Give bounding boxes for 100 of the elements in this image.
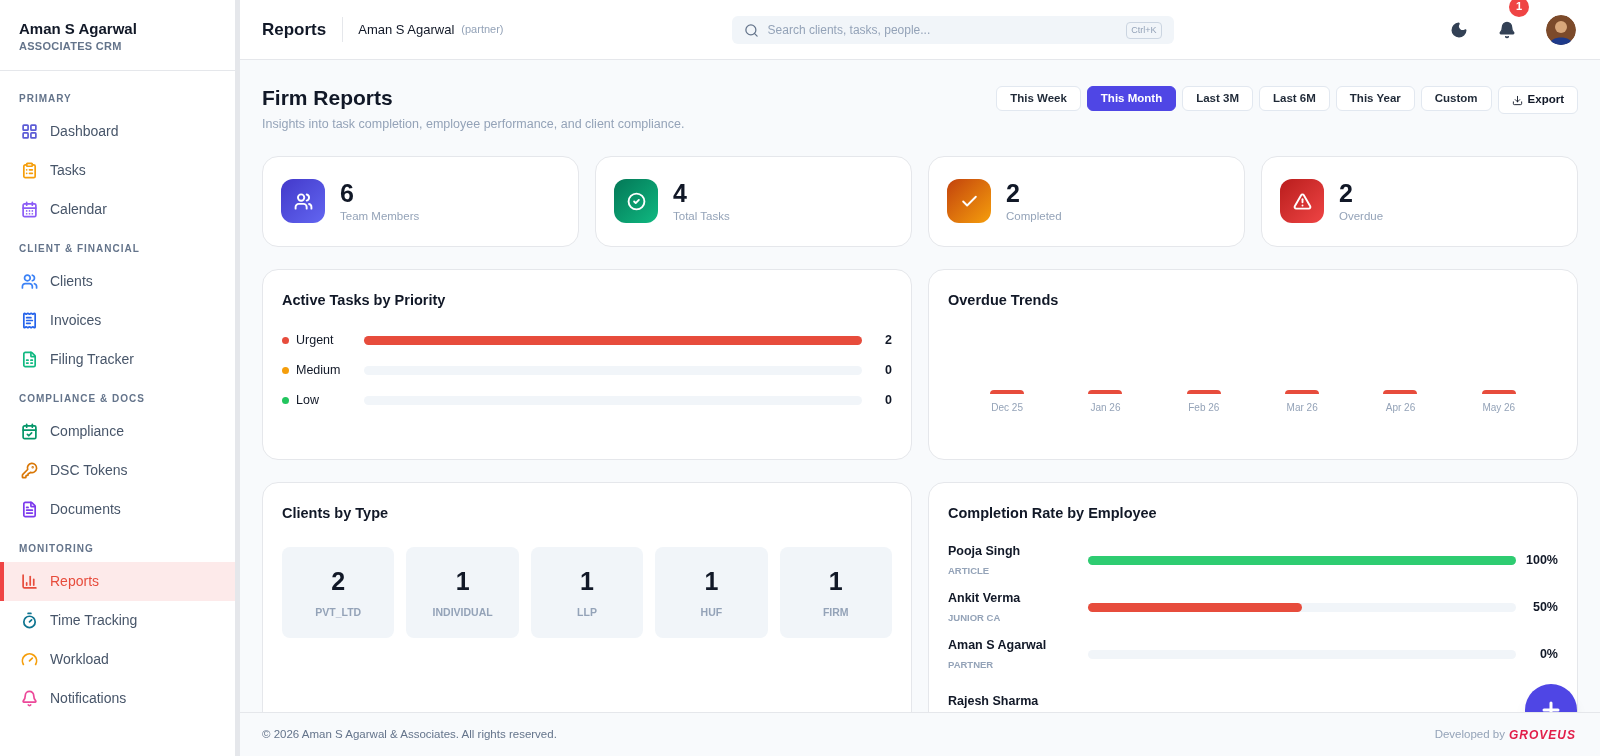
nav-item[interactable]: Documents	[0, 490, 235, 529]
period-tab[interactable]: Last 6M	[1259, 86, 1330, 111]
nav-item[interactable]: Notifications	[0, 679, 235, 718]
period-tab[interactable]: Last 3M	[1182, 86, 1253, 111]
nav-item[interactable]: Workload	[0, 640, 235, 679]
stat-value: 4	[673, 177, 688, 208]
priority-label: Medium	[296, 362, 342, 380]
nav-item[interactable]: Calendar	[0, 190, 235, 229]
users-icon	[21, 273, 38, 290]
section-label: CLIENT & FINANCIAL	[18, 242, 141, 256]
check-icon	[947, 179, 991, 224]
stat-value: 2	[1006, 177, 1021, 208]
nav-item[interactable]: Time Tracking	[0, 601, 235, 640]
period-tab[interactable]: This Week	[996, 86, 1081, 111]
user-role: (partner)	[461, 22, 504, 38]
client-type: LLP	[577, 605, 597, 621]
trend-bar	[1186, 389, 1221, 394]
month-label: Dec 25	[991, 400, 1023, 415]
shortcut-hint: Ctrl+K	[1126, 21, 1162, 39]
month-label: Feb 26	[1188, 400, 1220, 415]
download-icon	[1511, 94, 1523, 106]
section-label: MONITORING	[18, 542, 95, 556]
employee-role: PARTNER	[948, 657, 995, 672]
stopwatch-icon	[21, 612, 38, 629]
document-icon	[21, 501, 38, 518]
file-icon	[21, 351, 38, 368]
moon-icon[interactable]	[1450, 20, 1468, 39]
avatar[interactable]	[1546, 14, 1576, 45]
stat-label: Completed	[1006, 208, 1062, 224]
receipt-icon	[21, 312, 38, 329]
client-count: 1	[704, 565, 719, 597]
gauge-icon	[21, 651, 38, 668]
client-count: 2	[331, 565, 346, 597]
developed-by-text: Developed by	[1434, 726, 1505, 742]
grid-icon	[21, 123, 38, 140]
trend-bar	[1383, 389, 1418, 394]
client-type: HUF	[700, 605, 723, 621]
employee-role: ARTICLE	[948, 563, 991, 578]
nav-item[interactable]: Tasks	[0, 151, 235, 190]
export-button[interactable]: Export	[1497, 86, 1578, 114]
stat-label: Overdue	[1339, 208, 1384, 224]
completion-percent: 50%	[1531, 598, 1558, 616]
employee-role: JUNIOR CA	[948, 610, 1002, 625]
nav-item[interactable]: Compliance	[0, 412, 235, 451]
card-title: Active Tasks by Priority	[282, 290, 447, 310]
trend-bar	[1088, 389, 1123, 394]
period-tab[interactable]: This Month	[1086, 86, 1177, 111]
client-type: PVT_LTD	[315, 605, 362, 621]
brand-subtitle: ASSOCIATES CRM	[19, 39, 123, 54]
brand-logo[interactable]: GROVEUS	[1509, 725, 1576, 744]
employee-name: Ankit Verma	[948, 590, 1022, 607]
stat-value: 2	[1339, 177, 1354, 208]
section-label: PRIMARY	[18, 92, 73, 106]
key-icon	[21, 462, 38, 479]
card-title: Clients by Type	[282, 503, 390, 523]
client-count: 1	[828, 565, 843, 597]
month-label: May 26	[1482, 400, 1516, 415]
nav-item[interactable]: Dashboard	[0, 112, 235, 151]
priority-count: 0	[884, 392, 892, 410]
page-subtitle: Insights into task completion, employee performance, and client compliance.	[262, 116, 685, 133]
nav-item[interactable]: DSC Tokens	[0, 451, 235, 490]
nav-item[interactable]: Invoices	[0, 301, 235, 340]
employee-name: Pooja Singh	[948, 543, 1022, 560]
client-type: INDIVIDUAL	[432, 605, 493, 621]
period-tab[interactable]: Custom	[1420, 86, 1492, 111]
completion-percent: 0%	[1538, 645, 1558, 663]
page-title: Reports	[262, 16, 344, 43]
notifications-icon[interactable]	[1498, 20, 1516, 39]
section-label: COMPLIANCE & DOCS	[18, 392, 146, 406]
completion-percent: 100%	[1525, 551, 1558, 569]
priority-label: Urgent	[296, 332, 335, 350]
nav-item[interactable]: Clients	[0, 262, 235, 301]
client-type: FIRM	[822, 605, 849, 621]
employee-name: Rajesh Sharma	[948, 692, 1040, 710]
bar-chart-icon	[21, 573, 38, 590]
stat-label: Total Tasks	[673, 208, 730, 224]
page-heading: Firm Reports	[262, 85, 394, 111]
warning-icon	[1280, 179, 1324, 224]
period-tab[interactable]: This Year	[1335, 86, 1415, 111]
notification-badge: 1	[1509, 0, 1529, 17]
trend-bar	[990, 389, 1025, 394]
clipboard-icon	[21, 162, 38, 179]
copyright-text: © 2026 Aman S Agarwal & Associates. All rights reserved.	[262, 726, 557, 742]
client-count: 1	[455, 565, 470, 597]
priority-count: 0	[884, 362, 892, 380]
brand-name: Aman S Agarwal	[19, 20, 138, 38]
month-label: Apr 26	[1385, 400, 1416, 415]
users-icon	[281, 179, 325, 224]
calendar-icon	[21, 423, 38, 440]
month-label: Mar 26	[1286, 400, 1318, 415]
trend-bar	[1481, 389, 1516, 394]
calendar-icon	[21, 201, 38, 218]
bell-icon	[21, 690, 38, 707]
user-name: Aman S Agarwal	[358, 20, 455, 39]
employee-name: Aman S Agarwal	[948, 637, 1048, 654]
priority-count: 2	[884, 332, 892, 350]
search-icon	[743, 22, 759, 38]
priority-label: Low	[296, 392, 320, 410]
nav-item[interactable]: Filing Tracker	[0, 340, 235, 379]
stat-value: 6	[340, 177, 355, 208]
